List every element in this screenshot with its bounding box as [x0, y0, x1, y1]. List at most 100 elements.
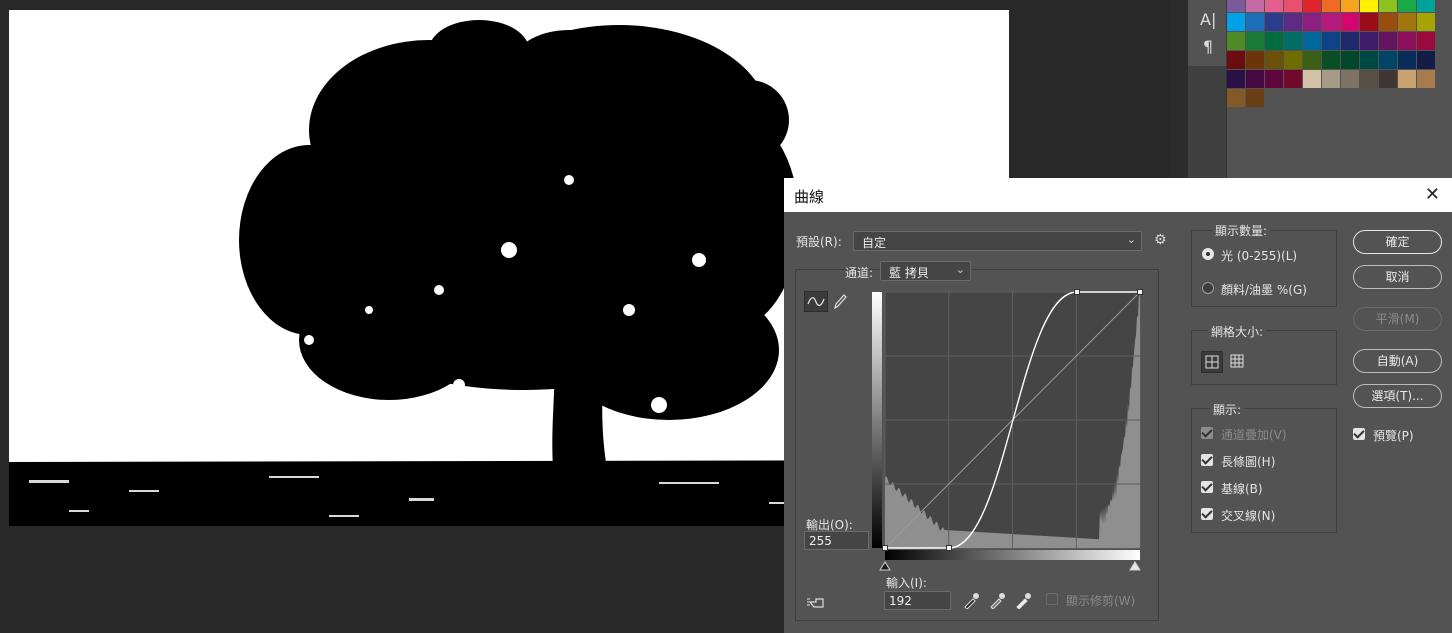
- simple-grid-button[interactable]: [1201, 351, 1223, 373]
- white-eyedropper-icon[interactable]: [1013, 591, 1033, 609]
- color-swatch[interactable]: [1303, 0, 1321, 12]
- color-swatch[interactable]: [1246, 0, 1264, 12]
- targeted-adjustment-hand-icon[interactable]: [806, 593, 828, 611]
- color-swatch[interactable]: [1246, 13, 1264, 31]
- color-swatch[interactable]: [1227, 70, 1245, 88]
- baseline-checkbox[interactable]: [1201, 481, 1213, 493]
- color-swatch[interactable]: [1341, 13, 1359, 31]
- color-swatch[interactable]: [1417, 32, 1435, 50]
- color-swatch[interactable]: [1303, 70, 1321, 88]
- output-gradient-bar: [872, 292, 882, 548]
- color-swatch[interactable]: [1227, 13, 1245, 31]
- gray-eyedropper-icon[interactable]: [987, 591, 1007, 609]
- color-swatch[interactable]: [1303, 32, 1321, 50]
- curves-dialog: 曲線 ✕ 預設(R): 自定 ⌄ ⚙ 通道: 藍 拷貝 ⌄ 輸出(O): 255…: [784, 178, 1452, 633]
- input-label: 輸入(I):: [886, 576, 927, 590]
- color-swatch[interactable]: [1227, 0, 1245, 12]
- black-eyedropper-icon[interactable]: [961, 591, 981, 609]
- color-swatch[interactable]: [1360, 32, 1378, 50]
- color-swatch[interactable]: [1398, 32, 1416, 50]
- swatches-panel: [1227, 0, 1452, 180]
- color-swatch[interactable]: [1360, 0, 1378, 12]
- intersection-line-checkbox[interactable]: [1201, 508, 1213, 520]
- preview-label: 預覽(P): [1373, 429, 1414, 443]
- pigment-radio-label: 顏料/油墨 %(G): [1221, 283, 1307, 297]
- paragraph-panel-icon[interactable]: ¶: [1200, 37, 1216, 56]
- color-swatch[interactable]: [1398, 0, 1416, 12]
- color-swatch[interactable]: [1341, 32, 1359, 50]
- grid-10x10-icon: [1230, 354, 1244, 368]
- color-swatch[interactable]: [1284, 0, 1302, 12]
- detailed-grid-button[interactable]: [1227, 351, 1249, 373]
- color-swatch[interactable]: [1265, 51, 1283, 69]
- color-swatch[interactable]: [1227, 89, 1245, 107]
- color-swatch[interactable]: [1265, 70, 1283, 88]
- cancel-button[interactable]: 取消: [1353, 265, 1442, 289]
- show-title: 顯示:: [1210, 401, 1245, 418]
- curve-point: [1137, 289, 1143, 295]
- show-amount-title: 顯示數量:: [1212, 222, 1271, 239]
- color-swatch[interactable]: [1227, 32, 1245, 50]
- color-swatch[interactable]: [1284, 70, 1302, 88]
- grid-4x4-icon: [1205, 355, 1219, 369]
- color-swatch[interactable]: [1341, 51, 1359, 69]
- color-swatch[interactable]: [1322, 32, 1340, 50]
- histogram-checkbox[interactable]: [1201, 454, 1213, 466]
- color-swatch[interactable]: [1417, 0, 1435, 12]
- color-swatch[interactable]: [1227, 51, 1245, 69]
- auto-button[interactable]: 自動(A): [1353, 349, 1442, 373]
- curves-graph[interactable]: [784, 178, 1452, 633]
- baseline-label: 基線(B): [1221, 482, 1263, 496]
- color-swatch[interactable]: [1417, 70, 1435, 88]
- color-swatch[interactable]: [1284, 51, 1302, 69]
- color-swatch[interactable]: [1398, 51, 1416, 69]
- color-swatch[interactable]: [1265, 0, 1283, 12]
- output-field[interactable]: 255: [804, 531, 869, 550]
- panel-icon-strip-empty: [1188, 66, 1227, 180]
- color-swatch[interactable]: [1360, 51, 1378, 69]
- color-swatch[interactable]: [1341, 0, 1359, 12]
- curve-point: [1074, 289, 1080, 295]
- panel-icon-strip: A| ¶: [1188, 0, 1227, 66]
- color-swatch[interactable]: [1322, 51, 1340, 69]
- intersection-line-label: 交叉線(N): [1221, 509, 1276, 523]
- color-swatch[interactable]: [1417, 13, 1435, 31]
- color-swatch[interactable]: [1398, 13, 1416, 31]
- color-swatch[interactable]: [1398, 70, 1416, 88]
- color-swatch[interactable]: [1360, 13, 1378, 31]
- pigment-radio[interactable]: [1202, 282, 1214, 294]
- color-swatch[interactable]: [1379, 70, 1397, 88]
- preview-checkbox[interactable]: [1353, 428, 1365, 440]
- color-swatch[interactable]: [1322, 70, 1340, 88]
- color-swatch[interactable]: [1303, 13, 1321, 31]
- options-button[interactable]: 選項(T)...: [1353, 384, 1442, 408]
- color-swatch[interactable]: [1246, 32, 1264, 50]
- color-swatch[interactable]: [1379, 32, 1397, 50]
- color-swatch[interactable]: [1246, 51, 1264, 69]
- color-swatch[interactable]: [1265, 32, 1283, 50]
- show-clipping-checkbox[interactable]: [1046, 593, 1058, 605]
- color-swatch[interactable]: [1379, 51, 1397, 69]
- black-point-slider: [879, 561, 891, 571]
- color-swatch[interactable]: [1284, 32, 1302, 50]
- color-swatch[interactable]: [1417, 51, 1435, 69]
- color-swatch[interactable]: [1322, 13, 1340, 31]
- character-panel-icon[interactable]: A|: [1200, 10, 1216, 29]
- light-radio[interactable]: [1202, 248, 1214, 260]
- input-field[interactable]: 192: [884, 591, 951, 610]
- ok-button[interactable]: 確定: [1353, 230, 1442, 254]
- channel-overlays-label: 通道疊加(V): [1221, 428, 1287, 442]
- color-swatch[interactable]: [1379, 13, 1397, 31]
- channel-overlays-checkbox: [1201, 427, 1213, 439]
- color-swatch[interactable]: [1265, 13, 1283, 31]
- color-swatch[interactable]: [1246, 89, 1264, 107]
- smooth-button: 平滑(M): [1353, 307, 1442, 331]
- color-swatch[interactable]: [1322, 0, 1340, 12]
- histogram-label: 長條圖(H): [1221, 455, 1276, 469]
- color-swatch[interactable]: [1303, 51, 1321, 69]
- color-swatch[interactable]: [1284, 13, 1302, 31]
- color-swatch[interactable]: [1246, 70, 1264, 88]
- color-swatch[interactable]: [1379, 0, 1397, 12]
- color-swatch[interactable]: [1341, 70, 1359, 88]
- color-swatch[interactable]: [1360, 70, 1378, 88]
